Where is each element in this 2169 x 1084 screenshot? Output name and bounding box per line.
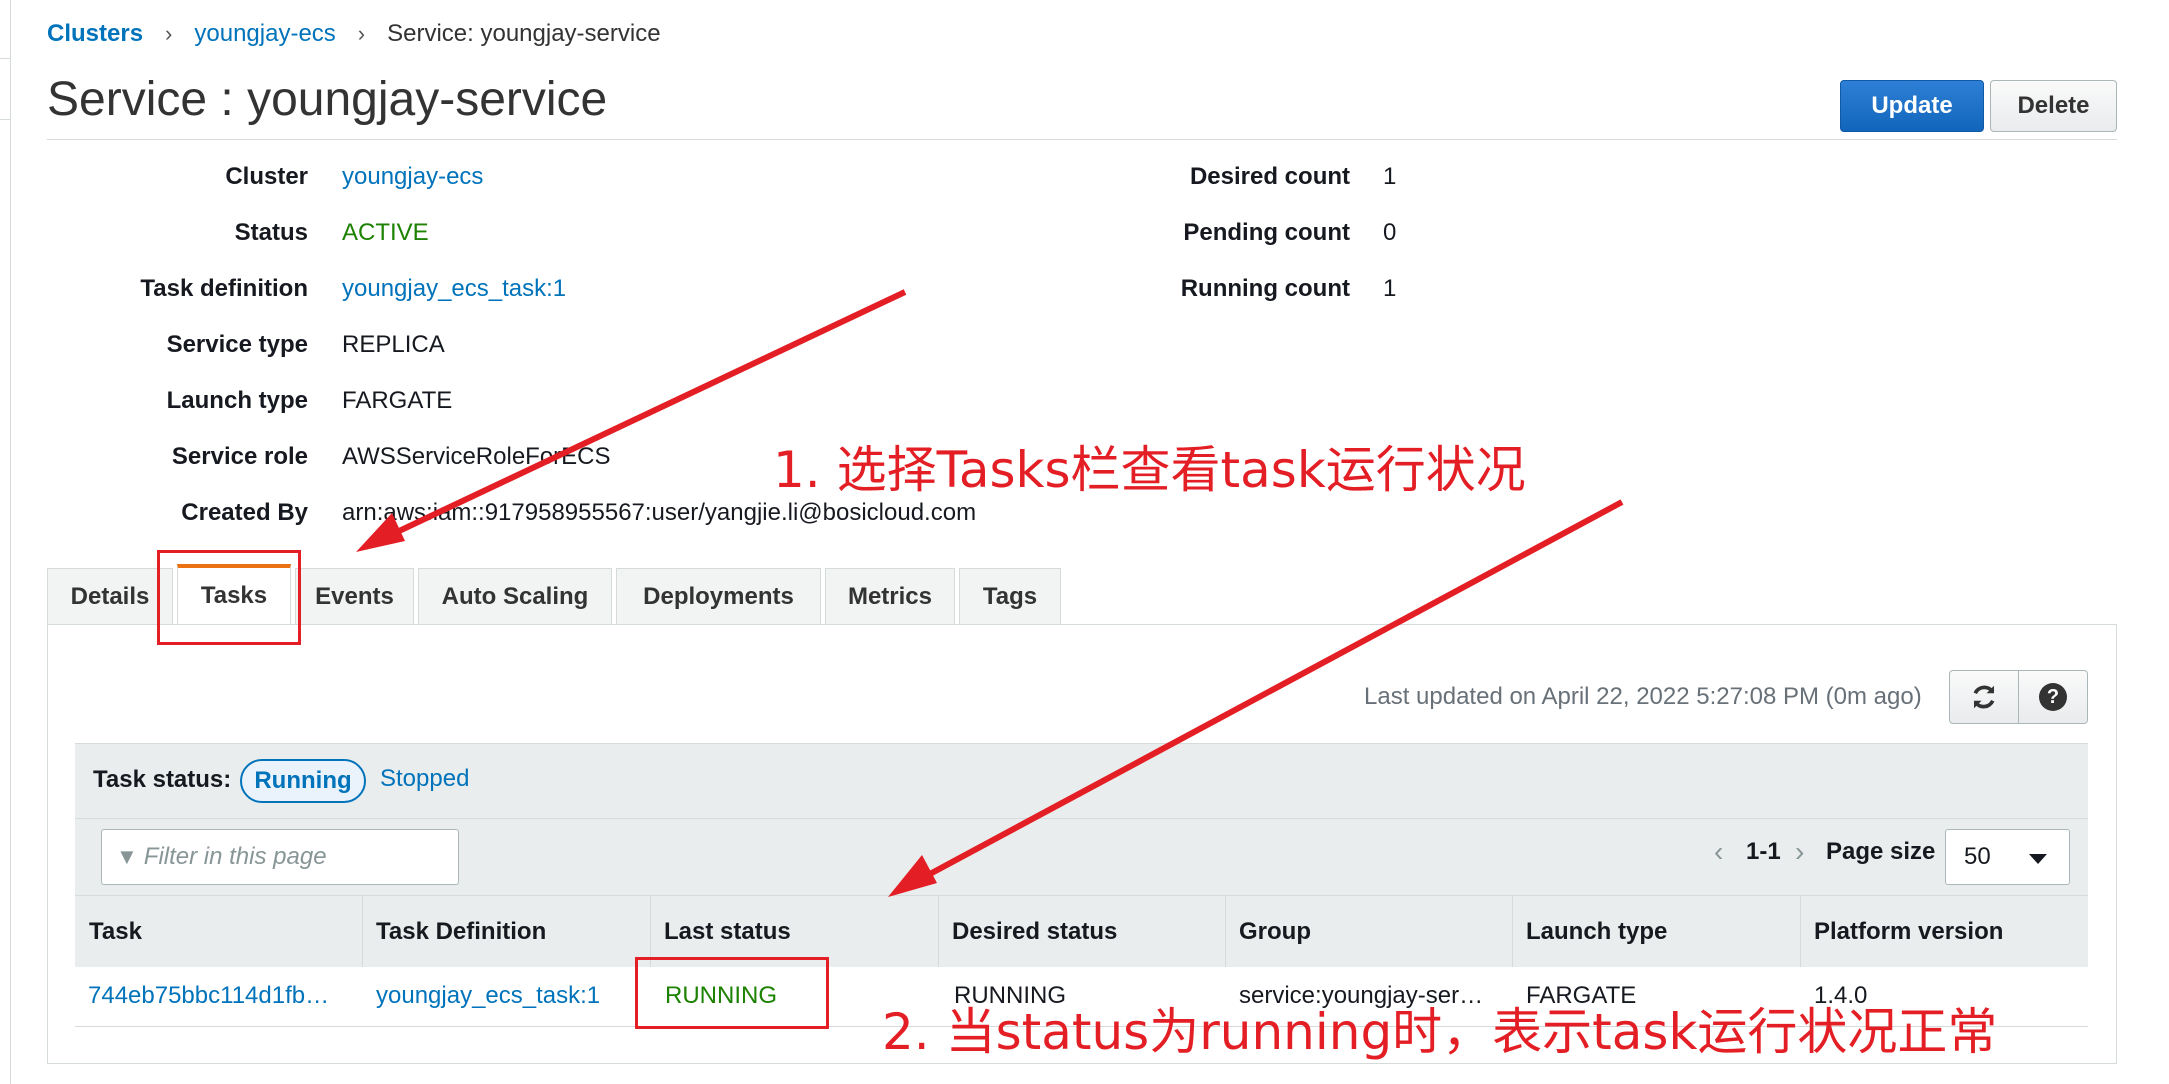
running-count-value: 1 xyxy=(1383,275,1397,302)
delete-button[interactable]: Delete xyxy=(1990,80,2117,132)
service-type-value: REPLICA xyxy=(342,331,445,358)
last-updated-text: Last updated on April 22, 2022 5:27:08 P… xyxy=(1364,683,1922,710)
left-nav-edge xyxy=(0,0,11,1084)
task-id-link[interactable]: 744eb75bbc114d1fb… xyxy=(75,967,362,1025)
breadcrumb-current: Service: youngjay-service xyxy=(387,20,661,47)
prev-page-icon[interactable]: ‹ xyxy=(1714,836,1723,868)
task-definition-cell-link[interactable]: youngjay_ecs_task:1 xyxy=(362,967,650,1025)
tab-tags[interactable]: Tags xyxy=(959,568,1061,624)
service-role-value: AWSServiceRoleForECS xyxy=(342,443,611,470)
page-size-select[interactable]: 50 xyxy=(1945,829,2070,885)
desired-count-label: Desired count xyxy=(1189,163,1350,190)
breadcrumb-separator-icon: › xyxy=(165,21,173,46)
pending-count-value: 0 xyxy=(1383,219,1397,246)
column-header-launch-type[interactable]: Launch type xyxy=(1512,896,1800,968)
breadcrumb: Clusters › youngjay-ecs › Service: young… xyxy=(47,20,661,48)
page-size-label: Page size xyxy=(1826,838,1936,865)
column-header-platform-version[interactable]: Platform version xyxy=(1800,896,2088,968)
desired-count-value: 1 xyxy=(1383,163,1397,190)
title-divider xyxy=(47,139,2117,140)
tasks-tab-highlight-box xyxy=(157,550,301,645)
next-page-icon[interactable]: › xyxy=(1795,836,1804,868)
tab-metrics[interactable]: Metrics xyxy=(825,568,955,624)
running-filter-pill[interactable]: Running xyxy=(240,759,366,803)
annotation-note-2: 2. 当status为running时，表示task运行状况正常 xyxy=(882,1003,1998,1061)
created-by-label: Created By xyxy=(181,499,308,526)
service-type-label: Service type xyxy=(166,331,308,358)
pending-count-label: Pending count xyxy=(1183,219,1350,246)
filter-input[interactable]: ▼ Filter in this page xyxy=(101,829,459,885)
annotation-note-1: 1. 选择Tasks栏查看task运行状况 xyxy=(773,441,1526,499)
column-header-task-definition[interactable]: Task Definition xyxy=(362,896,650,968)
tab-details[interactable]: Details xyxy=(47,568,173,624)
launch-type-value: FARGATE xyxy=(342,387,453,414)
help-icon: ? xyxy=(2039,683,2067,711)
service-role-label: Service role xyxy=(171,443,308,470)
tab-auto-scaling[interactable]: Auto Scaling xyxy=(418,568,612,624)
refresh-icon xyxy=(1973,685,1995,709)
chevron-down-icon xyxy=(2029,854,2047,864)
refresh-button[interactable] xyxy=(1949,670,2019,724)
page-size-value: 50 xyxy=(1964,843,1991,870)
column-header-task[interactable]: Task xyxy=(75,896,362,968)
tab-events[interactable]: Events xyxy=(295,568,414,624)
status-value: ACTIVE xyxy=(342,219,429,246)
breadcrumb-separator-icon: › xyxy=(357,21,366,46)
filter-icon: ▼ xyxy=(116,844,138,869)
cluster-link[interactable]: youngjay-ecs xyxy=(342,163,483,191)
help-button[interactable]: ? xyxy=(2018,670,2088,724)
running-status-highlight-box xyxy=(635,957,829,1029)
filter-placeholder: Filter in this page xyxy=(143,843,327,870)
launch-type-label: Launch type xyxy=(166,387,308,414)
task-definition-link[interactable]: youngjay_ecs_task:1 xyxy=(342,275,566,303)
breadcrumb-cluster-link[interactable]: youngjay-ecs xyxy=(194,20,335,48)
table-header: Task Task Definition Last status Desired… xyxy=(75,895,2088,968)
status-label: Status xyxy=(234,219,308,246)
cluster-label: Cluster xyxy=(225,163,308,190)
stopped-filter-link[interactable]: Stopped xyxy=(380,765,469,793)
column-header-group[interactable]: Group xyxy=(1225,896,1512,968)
page-range: 1-1 xyxy=(1746,838,1781,865)
task-definition-label: Task definition xyxy=(140,275,308,302)
page-title: Service : youngjay-service xyxy=(47,73,608,126)
created-by-value: arn:aws:iam::917958955567:user/yangjie.l… xyxy=(342,499,977,526)
update-button[interactable]: Update xyxy=(1840,80,1984,132)
column-header-desired-status[interactable]: Desired status xyxy=(938,896,1225,968)
running-count-label: Running count xyxy=(1180,275,1350,302)
breadcrumb-clusters-link[interactable]: Clusters xyxy=(47,20,143,48)
task-status-label: Task status: xyxy=(93,766,232,793)
task-status-bar xyxy=(75,743,2088,819)
tab-deployments[interactable]: Deployments xyxy=(616,568,821,624)
